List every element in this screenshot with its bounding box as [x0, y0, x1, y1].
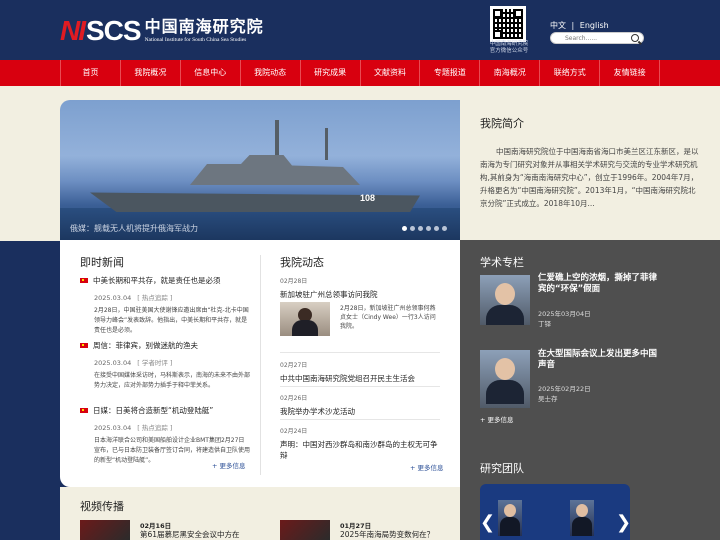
activity-photo[interactable]: [280, 302, 330, 336]
team-member-photo[interactable]: [498, 500, 522, 536]
scholar-article-title[interactable]: 在大型国际会议上发出更多中国声音: [538, 349, 658, 371]
search-icon[interactable]: [631, 34, 639, 42]
scholar-date: 2025年02月22日: [538, 385, 591, 393]
scholar-article-title[interactable]: 仁爱礁上空的浓烟，撕掉了菲律宾的“环保”假面: [538, 273, 658, 295]
activities-title[interactable]: 我院动态: [280, 254, 324, 270]
language-switch: 中文 | English: [550, 20, 612, 31]
slide-dot[interactable]: [426, 226, 431, 231]
warship-image: [190, 155, 360, 185]
team-prev-arrow-icon[interactable]: ❮: [480, 512, 495, 533]
logo-english-name: National Institute for South China Sea S…: [144, 37, 247, 43]
scholars-more-link[interactable]: + 更多信息: [480, 414, 514, 424]
video-item-title[interactable]: 2025年南海局势变数何在？: [340, 530, 450, 540]
china-flag-icon: [80, 278, 88, 283]
intro-panel: 我院简介 中国南海研究院位于中国海南省海口市美兰区江东新区，是以南海为专门研究对…: [460, 100, 720, 240]
slide-dot[interactable]: [418, 226, 423, 231]
slide-dot[interactable]: [402, 226, 407, 231]
nav-documents[interactable]: 文献资料: [361, 60, 421, 86]
search-box: [550, 32, 644, 44]
nav-research[interactable]: 研究成果: [301, 60, 361, 86]
nav-scs-overview[interactable]: 南海概况: [480, 60, 541, 86]
team-title[interactable]: 研究团队: [480, 460, 524, 476]
video-title[interactable]: 视频传播: [80, 498, 124, 514]
lang-chinese-link[interactable]: 中文: [550, 21, 566, 30]
search-input[interactable]: [551, 33, 627, 44]
hero-caption[interactable]: 俄媒：舰载无人机将提升俄海军战力: [70, 223, 198, 234]
slide-dot[interactable]: [442, 226, 447, 231]
news-item: 中美长期和平共存，就是责任也是必须 2025.03.04[ 热点追踪 ] 2月2…: [80, 275, 250, 336]
logo-text: 中国南海研究院 National Institute for South Chi…: [145, 18, 264, 44]
site-header: NI SCS 中国南海研究院 National Institute for So…: [0, 0, 720, 60]
activity-item[interactable]: 02月28日 新加坡驻广州总领事访问我院: [280, 276, 440, 300]
team-next-arrow-icon[interactable]: ❯: [616, 512, 631, 533]
column-divider: [260, 255, 261, 475]
china-flag-icon: [80, 408, 88, 413]
intro-text: 中国南海研究院位于中国海南省海口市美兰区江东新区，是以南海为专门研究对象并从事相…: [480, 147, 699, 208]
scholar-name: 吴士存: [538, 395, 558, 403]
activities-more-link[interactable]: + 更多信息: [410, 462, 444, 472]
news-item: 周信：菲律宾，别做迷航的渔夫 2025.03.04[ 学者时评 ] 在接受中国媒…: [80, 340, 250, 391]
hull-number: 108: [360, 193, 376, 203]
nav-links[interactable]: 友情链接: [600, 60, 661, 86]
nav-info-center[interactable]: 信息中心: [181, 60, 241, 86]
slide-dot[interactable]: [410, 226, 415, 231]
main-nav: 首页 我院概况 信息中心 我院动态 研究成果 文献资料 专题报道 南海概况 联络…: [0, 60, 720, 86]
logo-scs: SCS: [86, 15, 142, 46]
nav-contact[interactable]: 联络方式: [540, 60, 601, 86]
activity-item[interactable]: 02月26日 我院举办学术沙龙活动: [280, 393, 440, 417]
scholars-title[interactable]: 学术专栏: [480, 254, 524, 270]
slide-indicators: [402, 226, 447, 231]
video-thumbnail[interactable]: [280, 520, 330, 540]
wechat-qr-code: [490, 6, 526, 42]
lang-separator: |: [571, 21, 575, 30]
activity-item[interactable]: 02月27日 中共中国南海研究院党组召开民主生活会: [280, 360, 440, 384]
nav-home[interactable]: 首页: [60, 60, 121, 86]
news-title[interactable]: 即时新闻: [80, 254, 124, 270]
qr-caption: 中国南海研究院 官方微信公众号: [489, 41, 529, 54]
news-more-link[interactable]: + 更多信息: [212, 460, 246, 470]
video-thumbnail[interactable]: [80, 520, 130, 540]
video-item-title[interactable]: 第61届慕尼黑安全会议中方在: [140, 530, 250, 540]
video-date: 01月27日: [340, 522, 372, 530]
slide-dot[interactable]: [434, 226, 439, 231]
video-date: 02月16日: [140, 522, 172, 530]
team-member-photo[interactable]: [570, 500, 594, 536]
china-flag-icon: [80, 343, 88, 348]
scholar-photo[interactable]: [480, 350, 530, 408]
intro-title[interactable]: 我院简介: [480, 115, 700, 131]
lang-english-link[interactable]: English: [580, 21, 609, 30]
nav-about[interactable]: 我院概况: [121, 60, 181, 86]
scholar-name: 丁铎: [538, 320, 551, 328]
site-logo[interactable]: NI SCS 中国南海研究院 National Institute for So…: [60, 14, 264, 48]
scholar-photo[interactable]: [480, 275, 530, 325]
scholar-date: 2025年03月04日: [538, 310, 591, 318]
hero-slideshow[interactable]: 108 俄媒：舰载无人机将提升俄海军战力: [60, 100, 460, 240]
logo-mark: NI: [60, 15, 86, 46]
nav-activities[interactable]: 我院动态: [241, 60, 301, 86]
news-item: 日媒：日美将合造新型“机动登陆艇” 2025.03.04[ 热点追踪 ] 日本海…: [80, 405, 250, 466]
activity-snippet: 2月28日，新加坡驻广州总领事何燕贞女士（Cindy Wee）一行3人访问我院。: [340, 305, 436, 330]
logo-chinese-name: 中国南海研究院: [144, 17, 264, 36]
activity-item[interactable]: 02月24日 声明：中国对西沙群岛和南沙群岛的主权无可争辩: [280, 426, 440, 461]
nav-special-reports[interactable]: 专题报道: [420, 60, 481, 86]
